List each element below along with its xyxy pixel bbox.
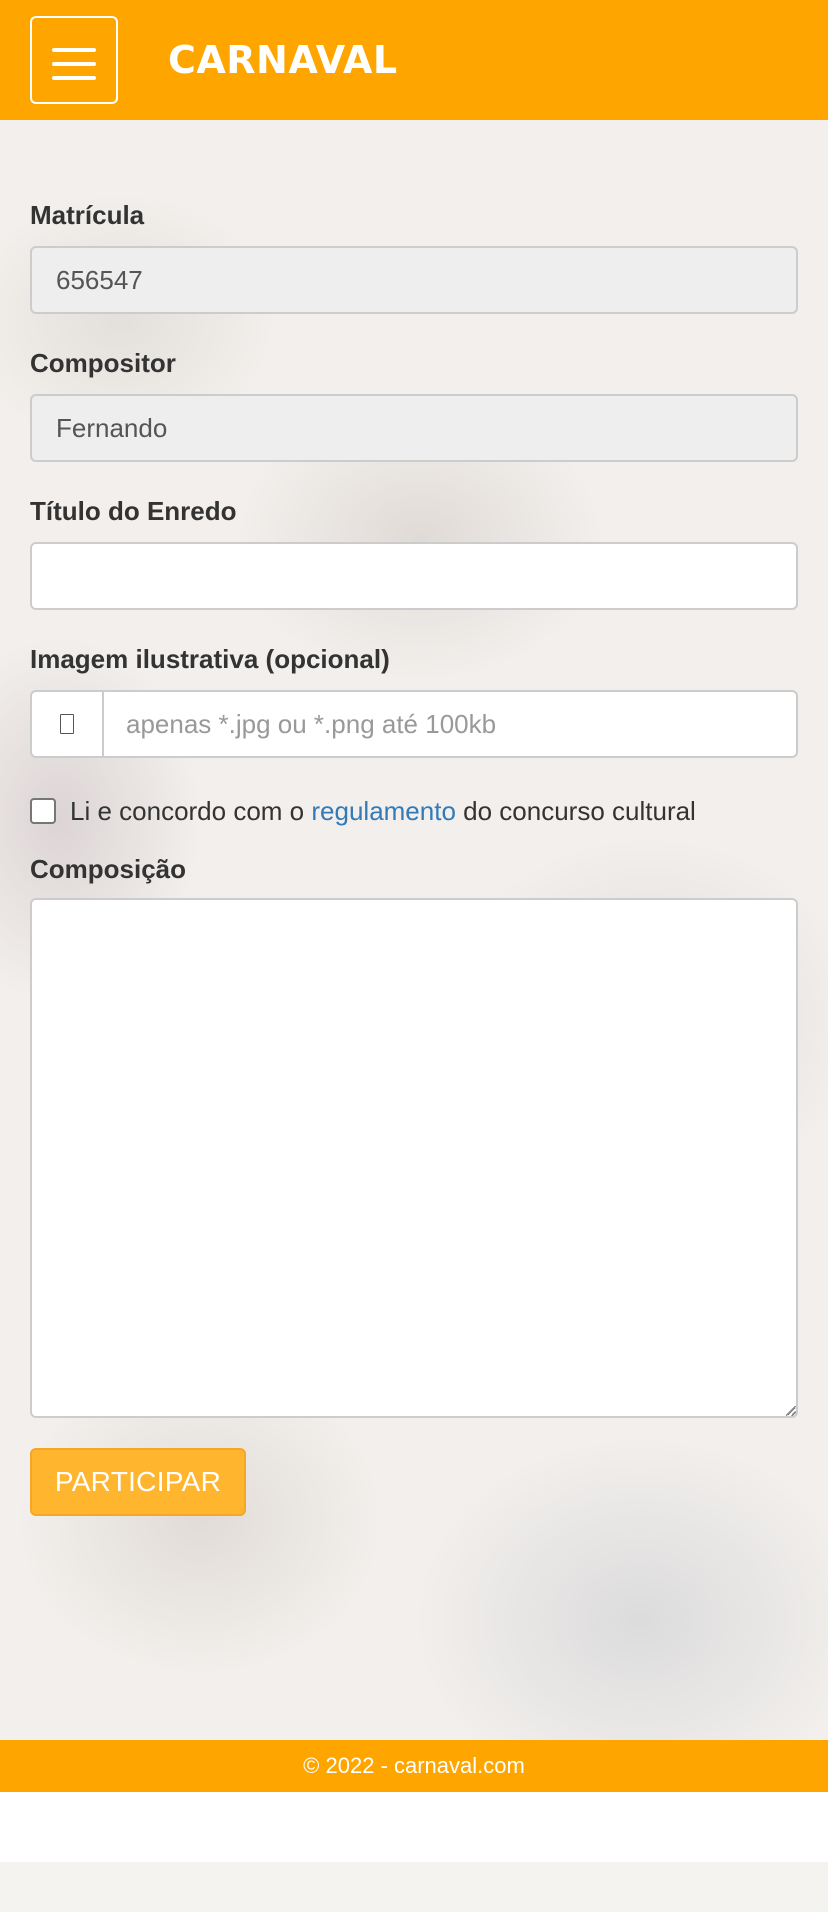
composicao-label: Composição: [30, 854, 187, 884]
imagem-label: Imagem ilustrativa (opcional): [30, 644, 390, 674]
footer-copyright: © 2022 - carnaval.com: [303, 1753, 525, 1778]
agree-row: Li e concordo com o regulamento do concu…: [30, 794, 696, 828]
titulo-enredo-input[interactable]: [30, 542, 798, 610]
footer: © 2022 - carnaval.com: [0, 1740, 828, 1792]
footer-spacer: [0, 1792, 828, 1862]
agree-text-suffix: do concurso cultural: [463, 796, 696, 826]
compositor-label: Compositor: [30, 348, 176, 378]
brand-logo[interactable]: CARNAVAL: [168, 34, 398, 86]
agree-checkbox[interactable]: [30, 798, 56, 824]
file-picker-button[interactable]: [30, 690, 102, 758]
menu-toggle-button[interactable]: [30, 16, 118, 104]
hamburger-menu-icon-bar: [52, 76, 96, 80]
titulo-enredo-label: Título do Enredo: [30, 496, 237, 526]
hamburger-menu-icon: [52, 48, 96, 52]
hamburger-menu-icon-bar: [52, 62, 96, 66]
participar-button[interactable]: PARTICIPAR: [30, 1448, 246, 1516]
navbar: CARNAVAL: [0, 0, 828, 120]
composicao-textarea[interactable]: [30, 898, 798, 1418]
matricula-input[interactable]: [30, 246, 798, 314]
agree-text-prefix: Li e concordo com o: [70, 796, 305, 826]
image-file-input[interactable]: [102, 690, 798, 758]
compositor-input[interactable]: [30, 394, 798, 462]
regulamento-link[interactable]: regulamento: [311, 794, 456, 828]
image-file-group: [30, 690, 798, 758]
matricula-label: Matrícula: [30, 200, 145, 230]
file-icon: [60, 714, 74, 734]
